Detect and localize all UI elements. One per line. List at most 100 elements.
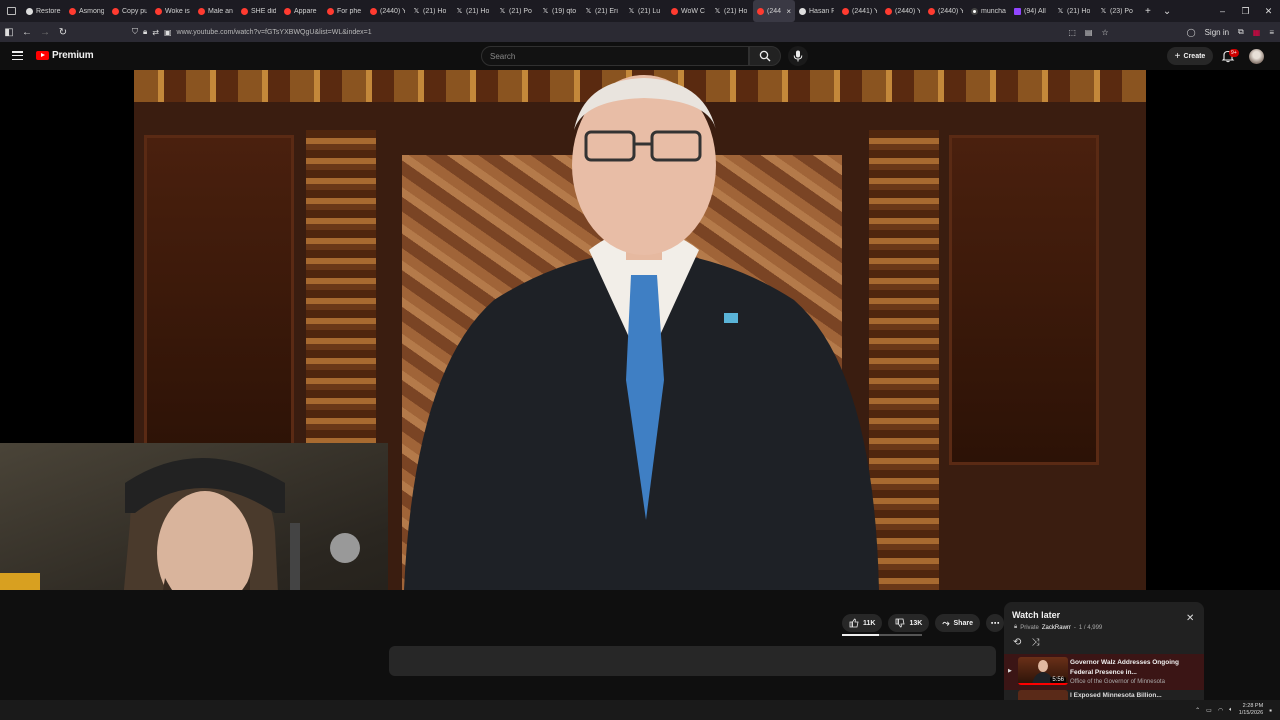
menu-icon[interactable]: ≡ [1269, 28, 1274, 37]
reader-view-icon[interactable]: ▤ [1085, 28, 1093, 37]
extensions-icon[interactable]: ⧉ [1238, 27, 1244, 37]
sidebar-toggle-icon[interactable]: ◧ [0, 27, 18, 38]
next-video-thumbnail[interactable] [1018, 690, 1068, 700]
window-close-icon[interactable]: ✕ [1257, 6, 1280, 17]
tab-label: (21) Ho [724, 7, 748, 15]
browser-tab[interactable]: Male an [194, 0, 237, 22]
separator: - [1073, 624, 1076, 631]
microphone-icon [793, 50, 803, 62]
screenshot-icon[interactable]: ⬚ [1068, 28, 1076, 37]
notification-badge: 9+ [1229, 49, 1239, 57]
close-icon[interactable]: ✕ [1186, 613, 1194, 624]
restore-icon[interactable]: ❐ [1234, 6, 1257, 17]
playlist-title[interactable]: Watch later [1012, 610, 1060, 620]
clock[interactable]: 2:28 PM 1/15/2026 [1239, 703, 1263, 717]
browser-tab[interactable]: SHE did [237, 0, 280, 22]
logo-text: Premium [52, 50, 94, 61]
account-icon[interactable]: ◯ [1187, 28, 1196, 37]
playlist-item-current[interactable]: ▶ 5:56 Governor Walz Addresses Ongoing F… [1004, 654, 1204, 690]
browser-tab[interactable]: (2440) Y [924, 0, 967, 22]
browser-tab[interactable]: Restore [22, 0, 65, 22]
dislike-button[interactable]: 13K [888, 614, 930, 632]
voice-search-button[interactable] [788, 46, 808, 66]
forward-icon[interactable]: → [36, 27, 54, 38]
share-button[interactable]: ⤳ Share [935, 614, 980, 632]
browser-tab[interactable]: Woke is [151, 0, 194, 22]
search-button[interactable] [749, 46, 781, 66]
browser-tab[interactable]: For phe [323, 0, 366, 22]
browser-tab[interactable]: 𝕏 (21) Ho [452, 0, 495, 22]
camera-icon[interactable]: ▣ [164, 28, 172, 37]
more-actions-button[interactable]: ⋯ [985, 614, 1004, 632]
tab-label: Restore [36, 7, 61, 15]
tab-overview-icon[interactable] [0, 0, 22, 22]
notifications-icon[interactable]: ▪ [1269, 706, 1272, 715]
sign-in-link[interactable]: Sign in [1205, 28, 1229, 37]
shuffle-icon[interactable]: ⤨ [1031, 637, 1039, 648]
tab-close-icon[interactable]: × [786, 7, 791, 16]
browser-tab[interactable]: muncha [967, 0, 1010, 22]
browser-tab[interactable]: Copy pu [108, 0, 151, 22]
browser-tab[interactable]: WoW C [667, 0, 710, 22]
reload-icon[interactable]: ↻ [54, 27, 72, 38]
new-tab-icon[interactable]: + [1145, 6, 1151, 17]
watched-progress [1018, 683, 1068, 685]
browser-tab[interactable]: Asmong [65, 0, 108, 22]
url-text[interactable]: www.youtube.com/watch?v=fGTsYXBWQgU&list… [177, 29, 372, 36]
browser-tab[interactable]: 𝕏 (21) Po [495, 0, 538, 22]
browser-tab[interactable]: 𝕏 (21) Eri [581, 0, 624, 22]
playlist-owner[interactable]: ZackRawrr [1042, 625, 1071, 631]
address-bar[interactable]: ⛉ 🔒︎ ⇄ ▣ www.youtube.com/watch?v=fGTsYXB… [132, 25, 1122, 39]
dislike-count: 13K [909, 619, 923, 627]
permissions-icon[interactable]: ⇄ [152, 28, 159, 37]
tray-chevron-icon[interactable]: ⌃ [1195, 707, 1200, 714]
youtube-logo[interactable]: Premium [36, 50, 94, 61]
tab-label: Male an [208, 7, 233, 15]
browser-tab[interactable]: (2440) Y [366, 0, 409, 22]
clock-date: 1/15/2026 [1238, 710, 1264, 716]
browser-tab[interactable]: (2441) Y [838, 0, 881, 22]
extension-badge-icon[interactable]: ▦ [1253, 28, 1261, 37]
search-input[interactable]: Search [481, 46, 749, 66]
description-box[interactable] [389, 646, 996, 676]
next-video-title[interactable]: I Exposed Minnesota Billion... [1070, 692, 1162, 699]
volume-icon[interactable]: 🔈︎ [1229, 707, 1233, 714]
x-icon: 𝕏 [1100, 8, 1107, 15]
system-tray: ⌃ ▭ ◠ 🔈︎ 2:28 PM 1/15/2026 ▪ [1195, 700, 1272, 720]
youtube-icon [757, 7, 764, 15]
browser-tab[interactable]: 𝕏 (21) Ho [409, 0, 452, 22]
browser-nav-bar: ◧ ← → ↻ ⛉ 🔒︎ ⇄ ▣ www.youtube.com/watch?v… [0, 22, 1280, 42]
tab-label: (21) Eri [595, 7, 618, 15]
minimize-icon[interactable]: – [1211, 6, 1234, 16]
tab-label: muncha [981, 7, 1006, 15]
avatar[interactable] [1249, 49, 1264, 64]
browser-tab[interactable]: 𝕏 (23) Po [1096, 0, 1139, 22]
tab-label: For phe [337, 7, 362, 15]
browser-tab[interactable]: 𝕏 (19) qto [538, 0, 581, 22]
tab-label: (21) Lu [638, 7, 661, 15]
bookmark-star-icon[interactable]: ☆ [1101, 28, 1108, 37]
browser-tab[interactable]: (244 × [753, 0, 795, 22]
browser-tab[interactable]: 𝕏 (21) Lu [624, 0, 667, 22]
tab-list-chevron-icon[interactable]: ⌄ [1163, 6, 1171, 17]
shield-icon[interactable]: ⛉ [132, 27, 138, 37]
browser-tab[interactable]: Hasan P [795, 0, 838, 22]
browser-tab[interactable]: Appare [280, 0, 323, 22]
tab-label: (21) Po [509, 7, 532, 15]
twitch-icon [1014, 7, 1021, 15]
wifi-icon[interactable]: ◠ [1218, 707, 1223, 714]
browser-tab-bar: Restore Asmong Copy pu Woke is Male an SHE di… [0, 0, 1280, 22]
browser-tab[interactable]: (2440) Y [881, 0, 924, 22]
create-button[interactable]: + Create [1167, 47, 1213, 65]
tab-label: Hasan P [809, 7, 834, 15]
tab-label: WoW C [681, 7, 705, 15]
browser-tab[interactable]: (94) All [1010, 0, 1053, 22]
browser-tab[interactable]: 𝕏 (21) Ho [710, 0, 753, 22]
like-button[interactable]: 11K [842, 614, 883, 632]
network-icon[interactable]: ▭ [1206, 707, 1212, 714]
browser-tab[interactable]: 𝕏 (21) Ho [1053, 0, 1096, 22]
back-icon[interactable]: ← [18, 27, 36, 38]
guide-menu-icon[interactable] [12, 51, 23, 60]
loop-icon[interactable]: ⟲ [1013, 637, 1021, 648]
tab-label: (2440) Y [938, 7, 963, 15]
